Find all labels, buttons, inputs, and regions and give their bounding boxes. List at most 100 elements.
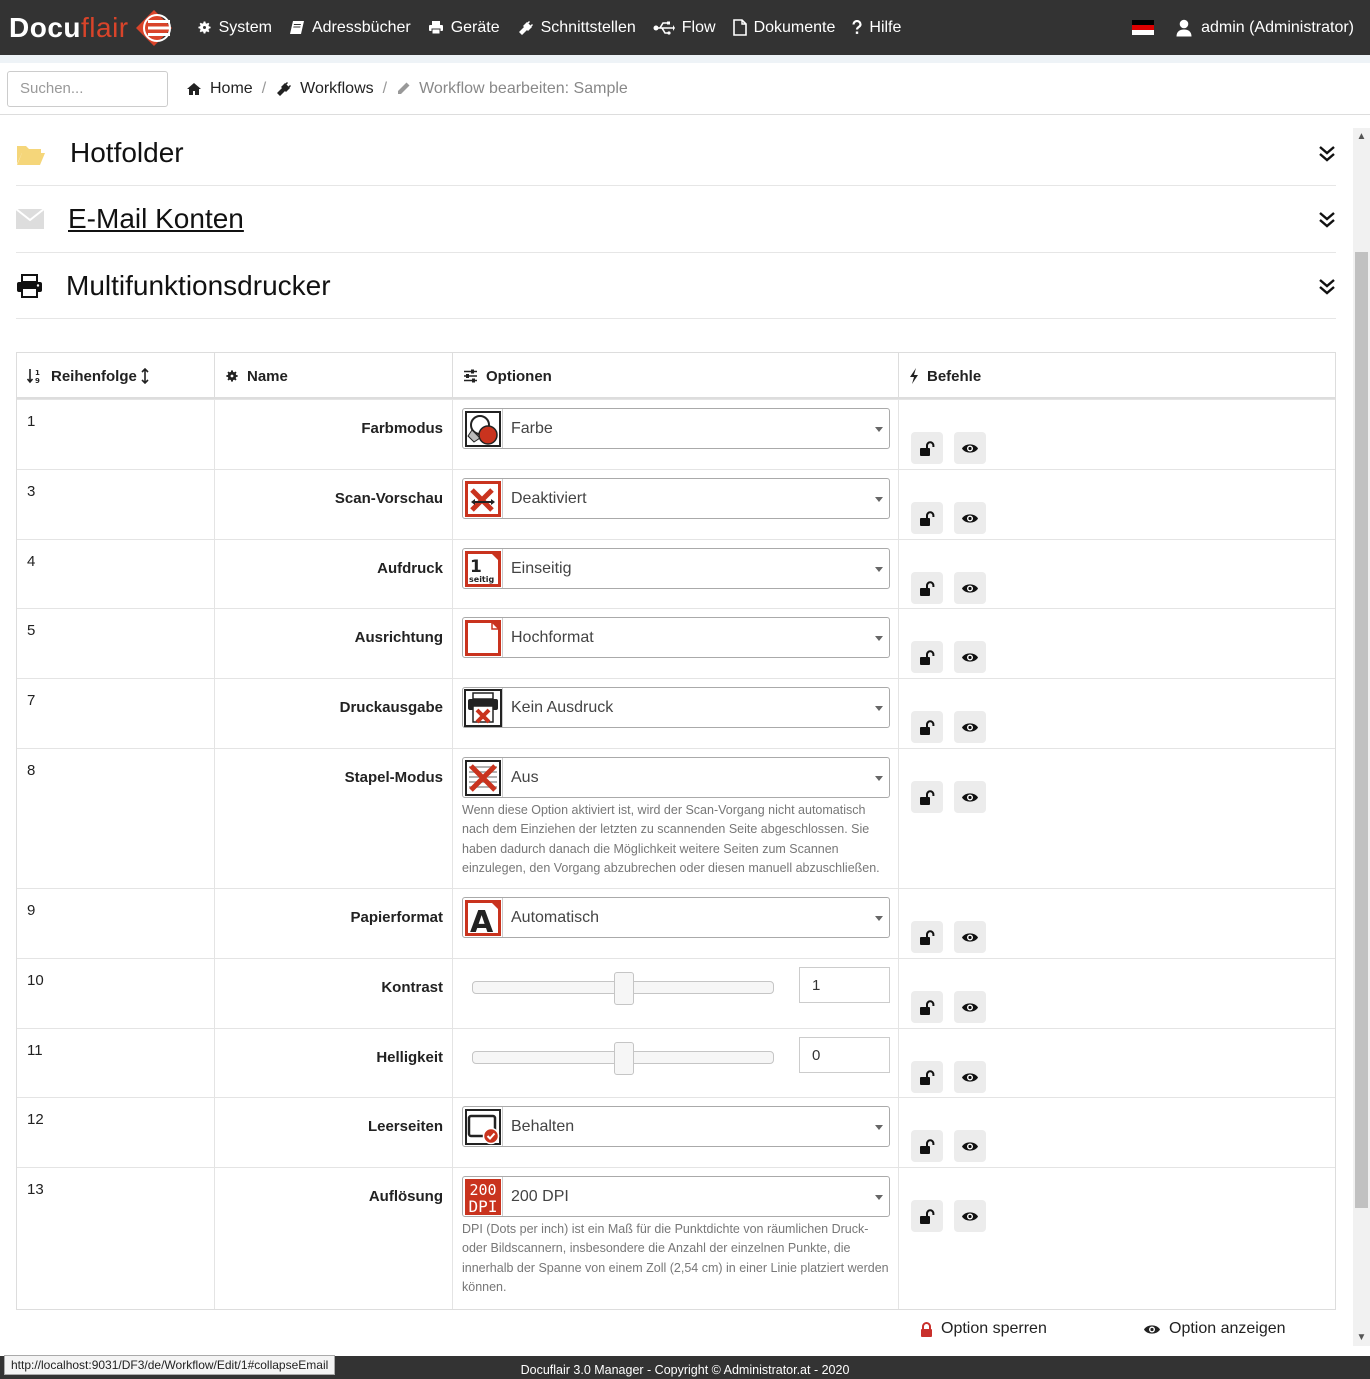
kontrast-slider[interactable] xyxy=(472,972,774,1005)
legend-label: Option anzeigen xyxy=(1169,1320,1286,1337)
breadcrumb: Home / Workflows / Workflow bearbeiten: … xyxy=(186,80,628,98)
leerseiten-select[interactable]: Behalten xyxy=(462,1106,890,1147)
top-navbar: Docuflair System Adressbücher Geräte Sch… xyxy=(0,0,1370,55)
scroll-down-icon[interactable]: ▼ xyxy=(1353,1329,1370,1346)
nav-item-geraete[interactable]: Geräte xyxy=(428,19,500,37)
column-header-name: Name xyxy=(215,353,453,399)
user-menu[interactable]: admin (Administrator) xyxy=(1201,19,1354,37)
unlock-button[interactable] xyxy=(911,502,943,534)
chevron-double-down-icon[interactable] xyxy=(1318,144,1336,162)
show-option-button[interactable] xyxy=(954,572,986,604)
language-flag-de-icon[interactable] xyxy=(1132,20,1155,35)
section-email[interactable]: E-Mail Konten xyxy=(16,186,1336,253)
show-option-button[interactable] xyxy=(954,502,986,534)
printer-icon xyxy=(17,273,42,298)
section-mfp[interactable]: Multifunktionsdrucker xyxy=(16,253,1336,319)
show-option-button[interactable] xyxy=(954,432,986,464)
show-option-button[interactable] xyxy=(954,711,986,743)
options-cell: Farbe xyxy=(453,400,899,469)
unlock-button[interactable] xyxy=(911,1200,943,1232)
show-option-button[interactable] xyxy=(954,1061,986,1093)
scroll-thumb[interactable] xyxy=(1355,252,1368,1208)
usb-icon xyxy=(653,21,675,35)
unlock-button[interactable] xyxy=(911,991,943,1023)
table-row: 13 Auflösung 200 DPI 200 DPI DPI (Dots per in… xyxy=(17,1167,1335,1309)
eye-icon xyxy=(962,932,978,942)
unlock-button[interactable] xyxy=(911,1130,943,1162)
commands-cell xyxy=(899,889,1335,958)
aufdruck-select[interactable]: 1 seitig Einseitig xyxy=(462,548,890,589)
druckausgabe-select[interactable]: Kein Ausdruck xyxy=(462,687,890,728)
caret-down-icon xyxy=(875,567,883,572)
nav-right: admin (Administrator) xyxy=(1132,0,1354,55)
options-cell: Behalten xyxy=(453,1098,899,1167)
helligkeit-value-input[interactable] xyxy=(799,1037,890,1073)
chevron-double-down-icon[interactable] xyxy=(1318,210,1336,228)
page-scrollbar[interactable]: ▲ ▼ xyxy=(1353,128,1370,1346)
options-table: 19 Reihenfolge Name Optionen Befehle 1 Fa… xyxy=(16,352,1336,1310)
show-option-button[interactable] xyxy=(954,1130,986,1162)
kontrast-value-input[interactable] xyxy=(799,967,890,1003)
select-value: Aus xyxy=(511,768,539,786)
unlock-button[interactable] xyxy=(911,641,943,673)
order-number: 13 xyxy=(27,1181,44,1198)
svg-text:DPI: DPI xyxy=(468,1197,497,1216)
commands-cell xyxy=(899,540,1335,608)
dpi-icon: 200 DPI xyxy=(463,1177,503,1216)
legend-label: Option sperren xyxy=(941,1320,1047,1337)
nav-item-schnittstellen[interactable]: Schnittstellen xyxy=(517,19,636,37)
plug-icon xyxy=(518,20,533,35)
ausrichtung-select[interactable]: Hochformat xyxy=(462,617,890,658)
slider-handle[interactable] xyxy=(614,972,634,1005)
table-header: 19 Reihenfolge Name Optionen Befehle xyxy=(17,353,1335,399)
search-input[interactable] xyxy=(7,70,168,107)
row-commands xyxy=(911,572,997,604)
show-option-button[interactable] xyxy=(954,1200,986,1232)
nav-item-dokumente[interactable]: Dokumente xyxy=(732,19,835,37)
eye-icon xyxy=(962,583,978,593)
order-cell: 12 xyxy=(17,1098,215,1167)
papierformat-select[interactable]: A Automatisch xyxy=(462,897,890,938)
breadcrumb-home[interactable]: Home xyxy=(186,80,253,98)
commands-cell xyxy=(899,1168,1335,1309)
section-hotfolder[interactable]: Hotfolder xyxy=(16,120,1336,186)
select-value: Automatisch xyxy=(511,908,600,926)
nav-item-flow[interactable]: Flow xyxy=(653,19,716,37)
show-option-button[interactable] xyxy=(954,921,986,953)
row-commands xyxy=(911,921,997,953)
scan-vorschau-select[interactable]: Deaktiviert xyxy=(462,478,890,519)
auflösung-select[interactable]: 200 DPI 200 DPI xyxy=(462,1176,890,1217)
nav-label: Adressbücher xyxy=(311,18,411,36)
option-name: Farbmodus xyxy=(361,420,443,437)
unlock-button[interactable] xyxy=(911,1061,943,1093)
column-header-order[interactable]: 19 Reihenfolge xyxy=(17,353,215,399)
option-help-text: Wenn diese Option aktiviert ist, wird de… xyxy=(462,803,880,875)
unlock-button[interactable] xyxy=(911,711,943,743)
options-cell xyxy=(453,1029,899,1097)
slider-handle[interactable] xyxy=(614,1042,634,1075)
nav-item-hilfe[interactable]: Hilfe xyxy=(852,19,901,37)
unlock-button[interactable] xyxy=(911,781,943,813)
breadcrumb-workflows[interactable]: Workflows xyxy=(275,80,374,98)
options-cell: 1 seitig Einseitig xyxy=(453,540,899,608)
nav-item-system[interactable]: System xyxy=(197,19,272,37)
app-logo[interactable]: Docuflair xyxy=(9,0,175,55)
unlock-button[interactable] xyxy=(911,921,943,953)
unlock-button[interactable] xyxy=(911,432,943,464)
stapel-modus-select[interactable]: Aus xyxy=(462,757,890,798)
options-cell: Hochformat xyxy=(453,609,899,678)
farbmodus-select[interactable]: Farbe xyxy=(462,408,890,449)
scroll-up-icon[interactable]: ▲ xyxy=(1353,128,1370,145)
show-option-button[interactable] xyxy=(954,781,986,813)
show-option-button[interactable] xyxy=(954,641,986,673)
order-cell: 4 xyxy=(17,540,215,608)
helligkeit-slider[interactable] xyxy=(472,1042,774,1075)
unlock-button[interactable] xyxy=(911,572,943,604)
nav-item-adressbuecher[interactable]: Adressbücher xyxy=(289,19,411,37)
commands-cell xyxy=(899,679,1335,748)
column-header-commands: Befehle xyxy=(899,353,1335,399)
order-cell: 3 xyxy=(17,470,215,539)
chevron-double-down-icon[interactable] xyxy=(1318,277,1336,295)
show-option-button[interactable] xyxy=(954,991,986,1023)
svg-text:A: A xyxy=(470,905,494,937)
